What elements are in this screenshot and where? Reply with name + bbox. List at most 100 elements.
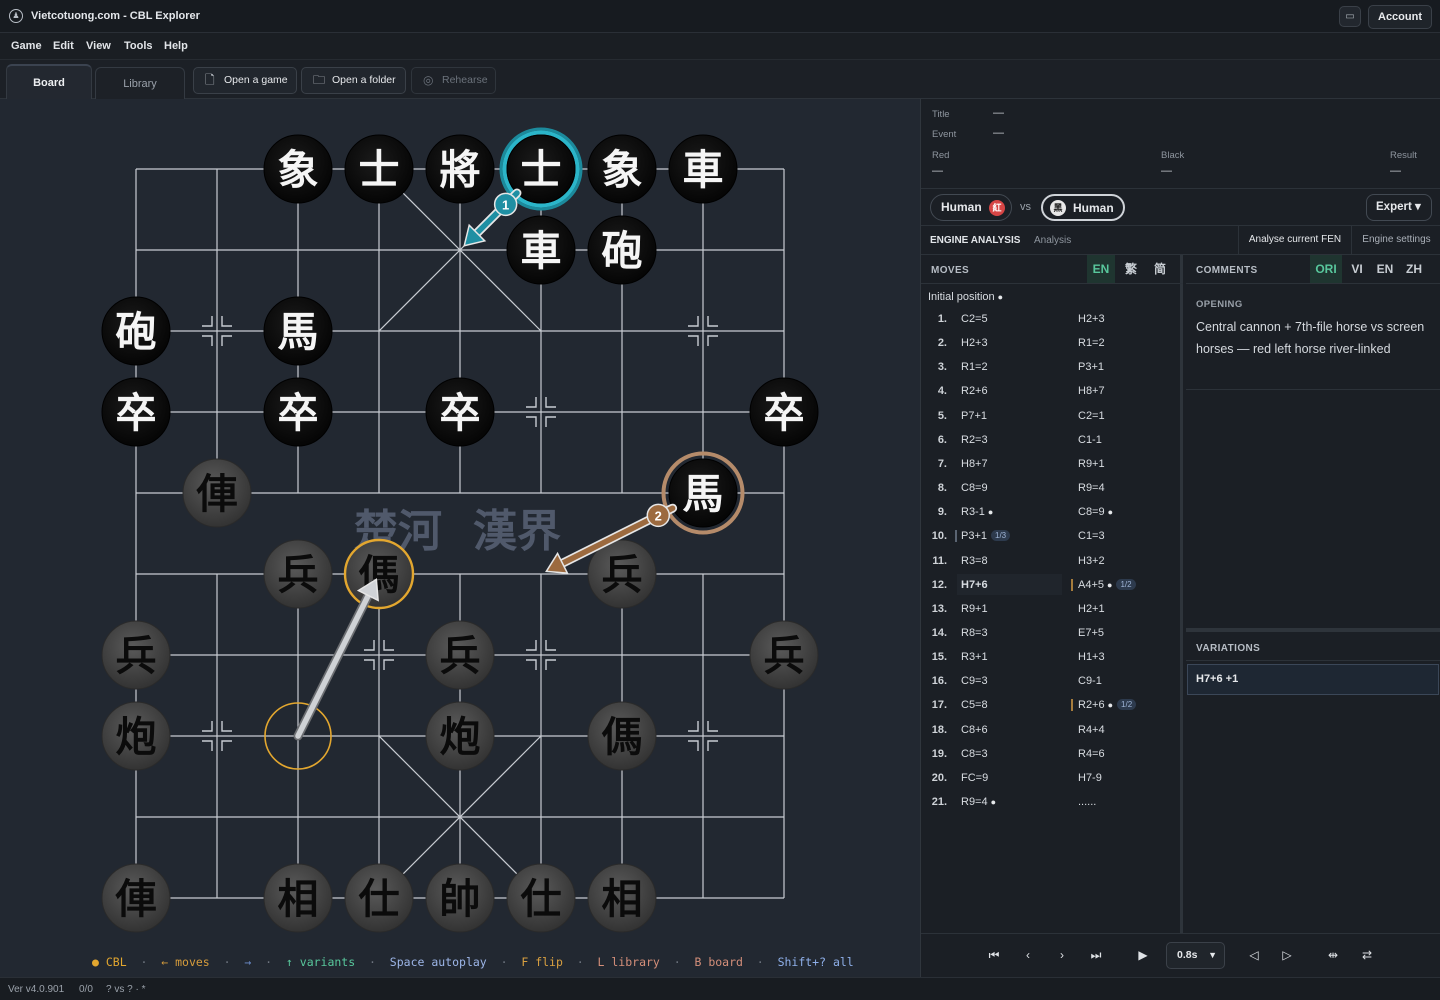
- piece-black[interactable]: 士: [344, 134, 414, 204]
- piece-red[interactable]: 仕: [344, 863, 414, 933]
- piece-black[interactable]: 車: [668, 134, 738, 204]
- red-move[interactable]: C9=3: [961, 675, 988, 687]
- red-move[interactable]: R2+6: [961, 385, 988, 397]
- moves-lang-en[interactable]: EN: [1087, 255, 1115, 283]
- piece-black[interactable]: 將: [425, 134, 495, 204]
- piece-red[interactable]: 兵: [101, 620, 171, 690]
- black-move[interactable]: H2+3: [1078, 313, 1105, 325]
- red-move[interactable]: R9+1: [961, 603, 988, 615]
- red-move[interactable]: P7+1: [961, 410, 987, 422]
- menu-tools[interactable]: Tools: [124, 40, 153, 52]
- initial-position[interactable]: Initial position ●: [928, 291, 1003, 303]
- red-move[interactable]: R2=3: [961, 434, 988, 446]
- menu-help[interactable]: Help: [164, 40, 188, 52]
- engine-level-select[interactable]: Expert ▾: [1366, 194, 1432, 221]
- black-move[interactable]: R2+6 ● 1/2: [1071, 699, 1137, 712]
- piece-red[interactable]: 兵: [263, 539, 333, 609]
- comments-lang-en[interactable]: EN: [1371, 255, 1399, 283]
- piece-red[interactable]: 傌: [587, 701, 657, 771]
- moves-lang-traditional[interactable]: 繁: [1117, 255, 1145, 283]
- piece-black[interactable]: 卒: [425, 377, 495, 447]
- next-variation-icon[interactable]: ▷: [1278, 948, 1296, 962]
- tab-library[interactable]: Library: [95, 67, 185, 99]
- black-player-pill[interactable]: 黑 Human: [1041, 194, 1125, 221]
- black-move[interactable]: H3+2: [1078, 555, 1105, 567]
- next-move-icon[interactable]: ›: [1053, 948, 1071, 962]
- red-move[interactable]: R8=3: [961, 627, 988, 639]
- piece-red[interactable]: 炮: [425, 701, 495, 771]
- move-row[interactable]: 2. H2+3 R1=2: [921, 331, 1183, 355]
- piece-red[interactable]: 炮: [101, 701, 171, 771]
- black-move[interactable]: H1+3: [1078, 651, 1105, 663]
- engine-settings-button[interactable]: Engine settings: [1351, 226, 1440, 254]
- tab-board[interactable]: Board: [6, 64, 92, 99]
- piece-black[interactable]: 砲: [101, 296, 171, 366]
- move-row[interactable]: 19. C8=3 R4=6: [921, 742, 1183, 766]
- black-move[interactable]: H2+1: [1078, 603, 1105, 615]
- last-move-icon[interactable]: ⏭: [1087, 948, 1105, 963]
- move-row[interactable]: 4. R2+6 H8+7: [921, 379, 1183, 403]
- black-move[interactable]: C1-1: [1078, 434, 1102, 446]
- piece-red[interactable]: 傌: [343, 538, 415, 610]
- piece-black[interactable]: 馬: [263, 296, 333, 366]
- menu-edit[interactable]: Edit: [53, 40, 74, 52]
- analyse-fen-button[interactable]: Analyse current FEN: [1238, 226, 1351, 254]
- account-button[interactable]: Account: [1368, 5, 1432, 29]
- red-move[interactable]: R3=8: [961, 555, 988, 567]
- piece-red[interactable]: 帥: [425, 863, 495, 933]
- red-move[interactable]: P3+1 1/3: [955, 530, 1011, 543]
- menu-game[interactable]: Game: [11, 40, 42, 52]
- move-row[interactable]: 21. R9=4 ●......: [921, 790, 1183, 814]
- xiangqi-board[interactable]: 楚河 漢界 象士將士象車車 砲砲 馬卒卒卒卒馬俥兵傌兵兵兵兵炮炮傌俥相仕帥仕相 12: [0, 99, 920, 977]
- black-move[interactable]: C2=1: [1078, 410, 1105, 422]
- black-move[interactable]: R1=2: [1078, 337, 1105, 349]
- move-row[interactable]: 7. H8+7 R9+1: [921, 452, 1183, 476]
- flip-board-icon[interactable]: ⇹: [1324, 948, 1342, 962]
- piece-black[interactable]: 卒: [101, 377, 171, 447]
- play-icon[interactable]: ▶: [1134, 948, 1152, 962]
- toggle-arrows-icon[interactable]: ⇄: [1358, 948, 1376, 962]
- piece-red[interactable]: 相: [587, 863, 657, 933]
- piece-red[interactable]: 兵: [749, 620, 819, 690]
- move-row[interactable]: 5. P7+1 C2=1: [921, 404, 1183, 428]
- move-row[interactable]: 10. P3+1 1/3 C1=3: [921, 524, 1183, 548]
- red-move[interactable]: H7+6: [961, 579, 988, 591]
- black-move[interactable]: ......: [1078, 796, 1096, 808]
- black-move[interactable]: P3+1: [1078, 361, 1104, 373]
- move-row[interactable]: 17. C5=8 R2+6 ● 1/2: [921, 693, 1183, 717]
- piece-red[interactable]: 俥: [182, 458, 252, 528]
- rehearse-button[interactable]: ◎ Rehearse: [411, 67, 496, 94]
- piece-red[interactable]: 相: [263, 863, 333, 933]
- piece-black[interactable]: 象: [587, 134, 657, 204]
- comments-lang-ori[interactable]: ORI: [1310, 255, 1342, 283]
- open-game-button[interactable]: 🗋 Open a game: [193, 67, 297, 94]
- move-row[interactable]: 16. C9=3 C9-1: [921, 669, 1183, 693]
- move-row[interactable]: 14. R8=3 E7+5: [921, 621, 1183, 645]
- move-row[interactable]: 9. R3-1 ● C8=9 ●: [921, 500, 1183, 524]
- move-row[interactable]: 11. R3=8 H3+2: [921, 549, 1183, 573]
- moves-lang-simplified[interactable]: 简: [1146, 255, 1174, 283]
- black-move[interactable]: H8+7: [1078, 385, 1105, 397]
- menu-view[interactable]: View: [86, 40, 111, 52]
- open-folder-button[interactable]: 🗀 Open a folder: [301, 67, 406, 94]
- move-row[interactable]: 15. R3+1 H1+3: [921, 645, 1183, 669]
- red-move[interactable]: H8+7: [961, 458, 988, 470]
- autoplay-speed-select[interactable]: 0.8s ▼: [1166, 942, 1225, 969]
- piece-red[interactable]: 俥: [101, 863, 171, 933]
- piece-black[interactable]: 象: [263, 134, 333, 204]
- black-move[interactable]: C8=9 ●: [1078, 506, 1113, 518]
- black-move[interactable]: R4=6: [1078, 748, 1105, 760]
- comments-lang-zh[interactable]: ZH: [1400, 255, 1428, 283]
- piece-black[interactable]: 卒: [263, 377, 333, 447]
- move-row[interactable]: 13. R9+1 H2+1: [921, 597, 1183, 621]
- red-move[interactable]: C8=3: [961, 748, 988, 760]
- black-move[interactable]: C9-1: [1078, 675, 1102, 687]
- black-move[interactable]: R9+1: [1078, 458, 1105, 470]
- previous-variation-icon[interactable]: ◁: [1245, 948, 1263, 962]
- black-move[interactable]: R4+4: [1078, 724, 1105, 736]
- black-move[interactable]: R9=4: [1078, 482, 1105, 494]
- piece-black[interactable]: 車: [506, 215, 576, 285]
- black-move[interactable]: C1=3: [1078, 530, 1105, 542]
- red-move[interactable]: R3+1: [961, 651, 988, 663]
- red-move[interactable]: C8=9: [961, 482, 988, 494]
